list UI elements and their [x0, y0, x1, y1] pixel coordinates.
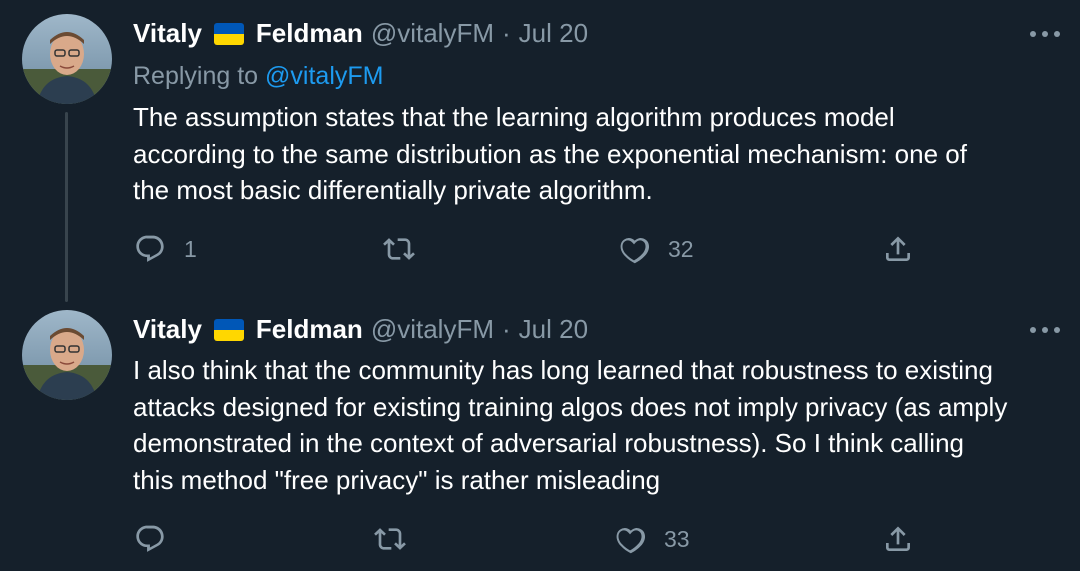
like-count: 33: [664, 525, 690, 552]
separator-dot: ·: [502, 18, 511, 48]
tweet-text-line: demonstrated in the context of adversari…: [133, 428, 964, 458]
tweet-date[interactable]: Jul 20: [519, 16, 588, 50]
tweet-1[interactable]: Vitaly Feldman @vitalyFM · Jul 20 Replyi…: [0, 0, 1080, 300]
tweet-text-line: according to the same distribution as th…: [133, 138, 967, 169]
reply-button[interactable]: 1: [134, 233, 197, 265]
like-button[interactable]: 33: [614, 523, 690, 555]
share-icon: [886, 526, 910, 551]
avatar[interactable]: [22, 14, 112, 104]
like-count: 32: [668, 235, 694, 262]
replying-to-label: Replying to: [133, 62, 259, 90]
tweet-text-line: the most basic differentially private al…: [133, 175, 653, 205]
author-first-name[interactable]: Vitaly: [133, 312, 202, 346]
author-handle[interactable]: @vitalyFM: [371, 16, 494, 50]
tweet-text-line: this method "free privacy" is rather mis…: [133, 464, 661, 495]
reply-icon: [136, 525, 164, 552]
author-handle[interactable]: @vitalyFM: [371, 312, 494, 346]
share-icon: [886, 236, 910, 261]
like-icon: [620, 238, 650, 264]
author-last-name[interactable]: Feldman: [256, 16, 363, 50]
separator-dot: ·: [502, 314, 511, 344]
retweet-button[interactable]: [383, 233, 415, 265]
author-first-name[interactable]: Vitaly: [133, 16, 202, 50]
retweet-icon: [383, 238, 415, 260]
share-button[interactable]: [882, 233, 914, 265]
replying-to-line: Replying to @vitalyFM: [133, 59, 383, 93]
tweet-actions: 33: [0, 523, 1080, 557]
tweet-text: I also think that the community has long…: [133, 352, 1063, 498]
tweet-header: Vitaly Feldman @vitalyFM · Jul 20: [133, 312, 588, 346]
tweet-text-line: attacks designed for existing training a…: [133, 391, 1008, 422]
avatar[interactable]: [22, 310, 112, 400]
avatar-photo: [22, 310, 112, 400]
avatar-photo: [22, 14, 112, 104]
like-button[interactable]: 32: [618, 233, 694, 265]
tweet-header: Vitaly Feldman @vitalyFM · Jul 20: [133, 16, 588, 50]
reply-icon: [136, 235, 164, 262]
tweet-actions: 1 32: [0, 233, 1080, 267]
retweet-icon: [374, 528, 406, 550]
reply-button[interactable]: [134, 523, 184, 555]
author-last-name[interactable]: Feldman: [256, 312, 363, 346]
ukraine-flag-icon: [213, 319, 244, 341]
more-icon[interactable]: [1030, 29, 1060, 39]
more-icon[interactable]: [1030, 325, 1060, 335]
tweet-date[interactable]: Jul 20: [519, 312, 588, 346]
retweet-button[interactable]: [374, 523, 406, 555]
ukraine-flag-icon: [213, 23, 244, 45]
like-icon: [616, 528, 646, 554]
tweet-text-line: The assumption states that the learning …: [133, 102, 895, 132]
tweet-text-line: I also think that the community has long…: [133, 355, 993, 385]
tweet-2[interactable]: Vitaly Feldman @vitalyFM · Jul 20 I also…: [0, 300, 1080, 571]
replying-to-mention[interactable]: @vitalyFM: [265, 62, 383, 90]
share-button[interactable]: [882, 523, 914, 555]
reply-count: 1: [184, 235, 197, 262]
tweet-text: The assumption states that the learning …: [133, 99, 1063, 209]
